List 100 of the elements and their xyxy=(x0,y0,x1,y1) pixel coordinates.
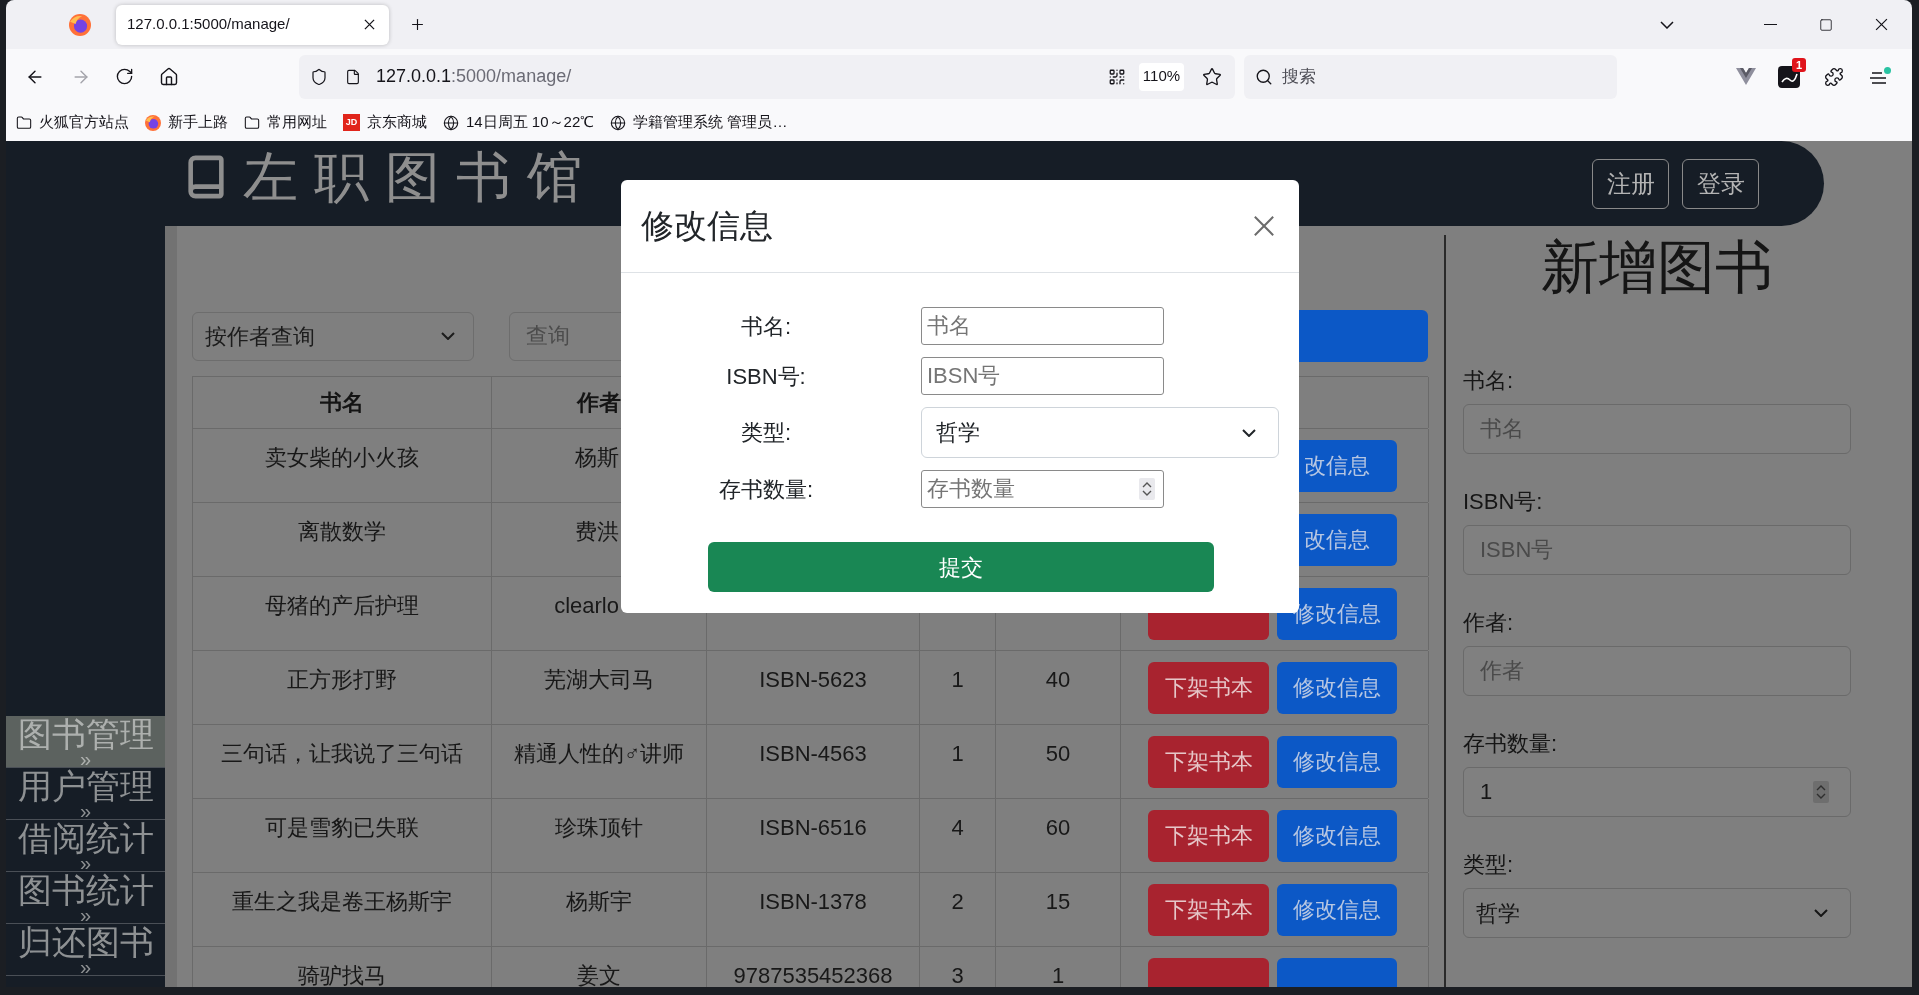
remove-button[interactable]: 下架书本 xyxy=(1148,661,1269,714)
table-cell: 2 xyxy=(920,873,996,946)
stepper-icon[interactable] xyxy=(1139,478,1155,500)
table-cell: 杨斯宇 xyxy=(492,873,707,946)
remove-button[interactable]: 下架书本 xyxy=(1148,735,1269,788)
reload-icon[interactable] xyxy=(115,67,134,86)
arrow-glyph: » xyxy=(79,856,92,871)
close-window-icon[interactable] xyxy=(1875,18,1888,31)
qr-code-icon[interactable] xyxy=(1108,67,1126,86)
bookmark-star-icon[interactable] xyxy=(1202,66,1222,87)
table-cell: 母猪的产后护理 xyxy=(193,577,492,650)
table-cell: 离散数学 xyxy=(193,503,492,576)
arrow-glyph: » xyxy=(79,752,92,767)
chevron-down-icon xyxy=(1814,909,1828,917)
globe-icon xyxy=(443,114,459,131)
zoom-level-button[interactable]: 110% xyxy=(1139,62,1184,91)
header-button[interactable]: 注册 xyxy=(1592,158,1669,209)
remove-button[interactable]: 下架书本 xyxy=(1148,883,1269,936)
table-cell: 1 xyxy=(996,947,1121,987)
field-label: ISBN号: xyxy=(726,362,806,391)
table-cell: 15 xyxy=(996,873,1121,946)
field-label: ISBN号: xyxy=(1463,488,1543,516)
table-cell: 芜湖大司马 xyxy=(492,651,707,724)
arrow-glyph: » xyxy=(79,804,92,819)
field-label: 书名: xyxy=(1463,367,1514,395)
close-icon[interactable] xyxy=(1253,215,1275,237)
bookmark-item[interactable]: 常用网址 xyxy=(244,111,327,134)
sidebar-item[interactable]: 图书管理 » xyxy=(6,716,165,768)
field-label: 存书数量: xyxy=(1463,730,1558,758)
new-tab-icon[interactable] xyxy=(409,16,426,33)
table-cell: 1 xyxy=(920,651,996,724)
text-field[interactable]: 书名 xyxy=(921,307,1164,345)
table-cell: 9787535452368 xyxy=(707,947,920,987)
search-icon xyxy=(1255,67,1273,86)
panel-title: 新增图书 xyxy=(1540,233,1774,301)
menu-icon[interactable] xyxy=(1869,66,1891,87)
chevron-down-icon xyxy=(1242,428,1256,437)
table-cell: 重生之我是卷王杨斯宇 xyxy=(193,873,492,946)
table-cell: ISBN-6516 xyxy=(707,799,920,872)
column-header: 书名 xyxy=(193,377,492,428)
puzzle-icon[interactable] xyxy=(1824,66,1844,87)
table-cell: 姜文 xyxy=(492,947,707,987)
table-cell: 珍珠顶针 xyxy=(492,799,707,872)
field-label: 作者: xyxy=(1463,609,1514,637)
fox-logo-icon[interactable] xyxy=(69,13,91,36)
submit-button[interactable]: 提交 xyxy=(708,542,1214,592)
bookmark-item[interactable]: 14日周五 10～22℃ xyxy=(443,111,595,134)
table-cell: 1 xyxy=(920,725,996,798)
search-mode-select[interactable]: 按作者查询 xyxy=(192,311,474,361)
folder-icon xyxy=(244,114,260,131)
number-field[interactable]: 存书数量 xyxy=(921,470,1164,508)
folder-icon xyxy=(16,114,32,131)
fox-logo-icon xyxy=(145,114,161,131)
bookmark-item[interactable]: 学籍管理系统 管理员… xyxy=(610,111,788,134)
field-label: 存书数量: xyxy=(718,475,814,504)
tab-list-icon[interactable] xyxy=(1660,20,1674,29)
type-select[interactable]: 哲学 xyxy=(1463,888,1851,938)
header-button[interactable]: 登录 xyxy=(1682,158,1759,209)
chevron-down-icon xyxy=(441,332,455,340)
site-title: 左职图书馆 xyxy=(243,146,598,207)
search-field[interactable]: 搜索 xyxy=(1244,54,1617,99)
table-cell: 可是雪豹已失联 xyxy=(193,799,492,872)
type-select[interactable]: 哲学 xyxy=(921,407,1279,458)
stepper-icon[interactable] xyxy=(1813,781,1829,803)
arrow-glyph: » xyxy=(79,960,92,975)
browser-tab[interactable]: 127.0.0.1:5000/manage/ xyxy=(116,4,389,45)
url-text: 127.0.0.1:5000/manage/ xyxy=(376,65,572,88)
arrow-glyph: » xyxy=(79,908,92,923)
number-field[interactable]: 1 xyxy=(1463,767,1851,817)
table-cell: 三句话，让我说了三句话 xyxy=(193,725,492,798)
address-bar[interactable]: 127.0.0.1:5000/manage/ 110% xyxy=(299,54,1235,99)
table-cell: 4 xyxy=(920,799,996,872)
close-tab-icon[interactable] xyxy=(364,19,375,30)
edit-button[interactable]: 修改信息 xyxy=(1277,883,1397,936)
table-cell: 3 xyxy=(920,947,996,987)
table-cell: ISBN-5623 xyxy=(707,651,920,724)
home-icon[interactable] xyxy=(159,66,179,87)
remove-button[interactable]: 下架书本 xyxy=(1148,809,1269,862)
edit-button[interactable]: 修改信息 xyxy=(1277,661,1397,714)
table-cell: 卖女柴的小火孩 xyxy=(193,429,492,502)
notification-badge: 1 xyxy=(1792,57,1806,72)
table-cell: 骑驴找马 xyxy=(193,947,492,987)
field-label: 类型: xyxy=(1463,851,1514,879)
bookmark-item[interactable]: 火狐官方站点 xyxy=(16,111,129,134)
text-field[interactable]: IBSN号 xyxy=(921,357,1164,395)
field-label: 类型: xyxy=(740,419,792,447)
page-icon[interactable] xyxy=(345,68,361,85)
edit-button[interactable]: 修改信息 xyxy=(1277,735,1397,788)
table-cell: 正方形打野 xyxy=(193,651,492,724)
table-cell: 精通人性的♂讲师 xyxy=(492,725,707,798)
table-cell: ISBN-1378 xyxy=(707,873,920,946)
shield-icon[interactable] xyxy=(310,67,328,86)
globe-icon xyxy=(610,114,627,131)
bookmark-item[interactable]: JD 京东商城 xyxy=(343,111,427,134)
table-cell: 40 xyxy=(996,651,1121,724)
dialog-title: 修改信息 xyxy=(641,206,773,247)
triangle-logo-icon[interactable] xyxy=(1736,68,1756,85)
edit-button[interactable]: 修改信息 xyxy=(1277,809,1397,862)
maximize-icon[interactable] xyxy=(1819,17,1833,32)
bookmark-item[interactable]: 新手上路 xyxy=(145,111,228,134)
